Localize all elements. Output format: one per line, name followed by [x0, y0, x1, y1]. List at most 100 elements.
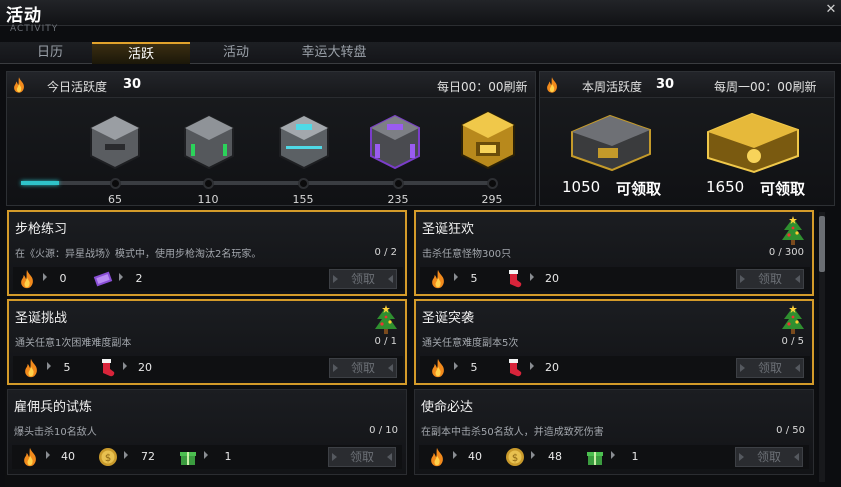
claim-button[interactable]: 领取	[328, 447, 396, 467]
quest-rewards: 5 20 领取	[420, 356, 810, 380]
quest-card: 圣诞狂欢 击杀任意怪物300只 0 / 300 5 20 领取	[414, 210, 814, 296]
weekly-refresh: 每周一00：00刷新	[714, 80, 817, 94]
milestone-dot	[487, 178, 498, 189]
weekly-threshold-1050: 1050	[562, 178, 601, 196]
claim-button[interactable]: 领取	[329, 269, 397, 289]
coin-icon	[505, 447, 525, 467]
crate-green-icon[interactable]	[177, 110, 241, 174]
stocking-icon	[504, 269, 524, 289]
milestone-dot	[298, 178, 309, 189]
weekly-claim-1050[interactable]: 可领取	[616, 178, 661, 199]
daily-label: 今日活跃度	[47, 80, 108, 94]
flame-icon	[545, 76, 559, 94]
giftbox-icon	[178, 447, 198, 467]
reward-arrow-icon	[530, 362, 534, 370]
christmas-tree-icon	[780, 305, 806, 335]
reward-arrow-icon	[47, 362, 51, 370]
milestone-dot	[203, 178, 214, 189]
stocking-icon	[97, 358, 117, 378]
quest-rewards: 5 20 领取	[13, 356, 403, 380]
weekly-value: 30	[656, 77, 675, 92]
reward-arrow-icon	[46, 451, 50, 459]
claim-button[interactable]: 领取	[736, 358, 804, 378]
daily-activity-panel: 今日活跃度 30 每日00：00刷新 65 110 155 235 295	[6, 71, 536, 206]
crate-gray-icon[interactable]	[83, 110, 147, 174]
milestone-label: 65	[108, 193, 122, 206]
close-icon[interactable]: ✕	[824, 3, 838, 17]
flame-icon	[20, 447, 40, 467]
flame-icon	[12, 76, 26, 94]
milestone-label: 155	[292, 193, 314, 206]
quest-progress: 0 / 2	[374, 247, 397, 258]
quest-progress: 0 / 300	[768, 247, 804, 258]
quest-card: 圣诞挑战 通关任意1次困难难度副本 0 / 1 5 20 领取	[7, 299, 407, 385]
daily-progress-fill	[21, 181, 60, 185]
window-subtitle: ACTIVITY	[10, 24, 59, 34]
quest-desc: 击杀任意怪物300只	[422, 249, 512, 260]
claim-button[interactable]: 领取	[329, 358, 397, 378]
quest-title: 圣诞狂欢	[422, 222, 475, 237]
reward-value: 5	[470, 272, 478, 285]
coin-icon	[98, 447, 118, 467]
quest-desc: 在副本中击杀50名敌人，并造成致死伤害	[421, 427, 604, 438]
quest-title: 圣诞突袭	[422, 311, 475, 326]
christmas-tree-icon	[373, 305, 399, 335]
reward-value: 72	[141, 450, 155, 463]
quest-scroll-thumb[interactable]	[819, 216, 825, 272]
quest-progress: 0 / 1	[374, 336, 397, 347]
weekly-claim-1650[interactable]: 可领取	[760, 178, 805, 199]
chest-gold-icon[interactable]	[700, 106, 806, 176]
reward-arrow-icon	[453, 451, 457, 459]
daily-refresh: 每日00：00刷新	[437, 80, 528, 94]
flame-icon	[21, 358, 41, 378]
tab-events[interactable]: 活动	[196, 42, 276, 64]
reward-value: 0	[59, 272, 67, 285]
weekly-threshold-1650: 1650	[706, 178, 745, 196]
tab-active[interactable]: 活跃	[92, 42, 190, 64]
quest-title: 使命必达	[421, 400, 474, 415]
quest-progress: 0 / 50	[776, 425, 805, 436]
milestone-dot	[393, 178, 404, 189]
weekly-label: 本周活跃度	[582, 80, 643, 94]
reward-arrow-icon	[531, 451, 535, 459]
flame-icon	[17, 269, 37, 289]
reward-value: 20	[545, 361, 559, 374]
daily-progress-track	[21, 181, 497, 185]
reward-value: 20	[545, 272, 559, 285]
reward-arrow-icon	[119, 273, 123, 281]
quest-desc: 爆头击杀10名敌人	[14, 427, 97, 438]
daily-header: 今日活跃度 30 每日00：00刷新	[7, 72, 535, 98]
quest-progress: 0 / 10	[369, 425, 398, 436]
title-bar: 活动 ACTIVITY ✕	[0, 0, 841, 34]
reward-arrow-icon	[124, 451, 128, 459]
quest-rewards: 5 20 领取	[420, 267, 810, 291]
reward-arrow-icon	[530, 273, 534, 281]
reward-value: 48	[548, 450, 562, 463]
milestone-dot	[110, 178, 121, 189]
quest-title: 步枪练习	[15, 222, 68, 237]
tab-calendar[interactable]: 日历	[14, 42, 86, 64]
giftbox-icon	[585, 447, 605, 467]
claim-button[interactable]: 领取	[735, 447, 803, 467]
chest-silver-icon[interactable]	[562, 108, 658, 174]
reward-value: 5	[63, 361, 71, 374]
quest-card: 使命必达 在副本中击杀50名敌人，并造成致死伤害 0 / 50 40 48 1 …	[414, 389, 814, 475]
quest-card: 圣诞突袭 通关任意难度副本5次 0 / 5 5 20 领取	[414, 299, 814, 385]
crate-gold-icon[interactable]	[456, 108, 520, 172]
reward-value: 1	[224, 450, 232, 463]
flame-icon	[428, 269, 448, 289]
christmas-tree-icon	[780, 216, 806, 246]
claim-button[interactable]: 领取	[736, 269, 804, 289]
reward-arrow-icon	[454, 273, 458, 281]
crate-purple-icon[interactable]	[363, 110, 427, 174]
tab-lucky-wheel[interactable]: 幸运大转盘	[282, 42, 386, 64]
ticket-icon	[93, 269, 113, 289]
quest-card: 步枪练习 在《火源：异星战场》模式中，使用步枪淘汰2名玩家。 0 / 2 0 2…	[7, 210, 407, 296]
flame-icon	[428, 358, 448, 378]
quest-card: 雇佣兵的试炼 爆头击杀10名敌人 0 / 10 40 72 1 领取	[7, 389, 407, 475]
milestone-label: 110	[197, 193, 219, 206]
milestone-label: 235	[387, 193, 409, 206]
reward-arrow-icon	[43, 273, 47, 281]
crate-cyan-icon[interactable]	[272, 110, 336, 174]
quest-rewards: 40 48 1 领取	[419, 445, 809, 469]
